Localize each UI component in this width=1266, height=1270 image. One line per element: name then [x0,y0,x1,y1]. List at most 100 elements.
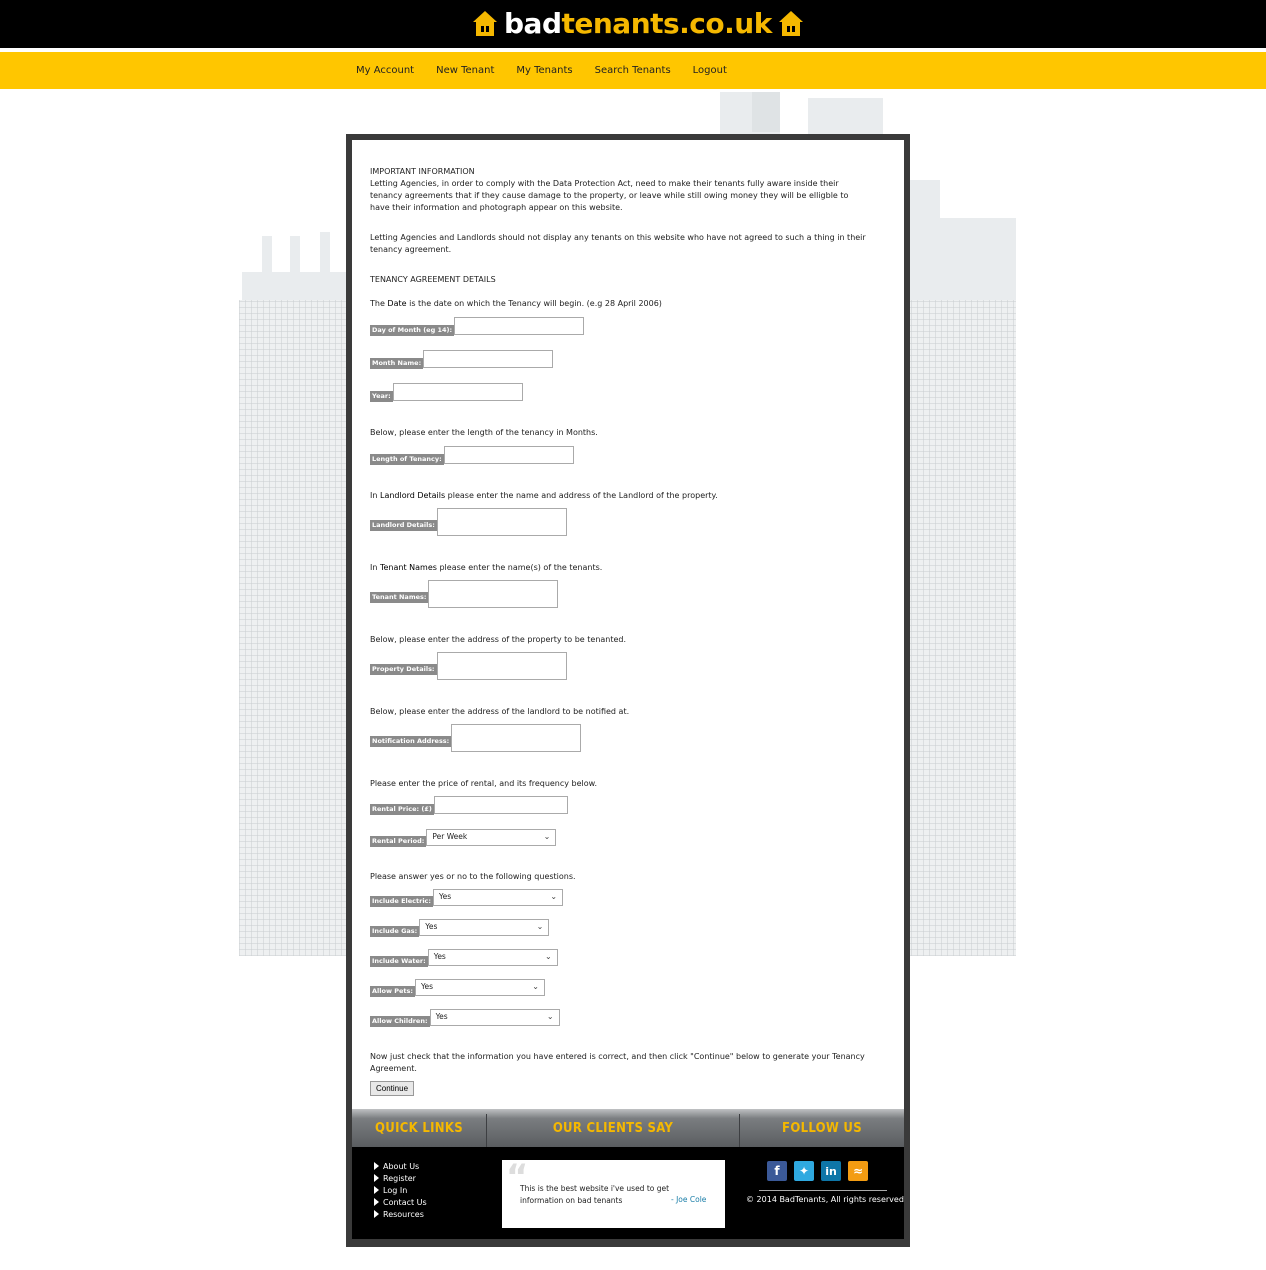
testimonial: “ This is the best website i've used to … [502,1160,725,1228]
electric-select[interactable]: Yes ⌄ [433,889,564,906]
water-label: Include Water: [370,956,428,967]
footer-divider [739,1114,740,1147]
landlord-input[interactable] [436,508,567,536]
gas-select[interactable]: Yes ⌄ [419,919,550,936]
chevron-down-icon: ⌄ [546,1012,554,1021]
testimonial-author: - Joe Cole [671,1195,707,1204]
nav-my-tenants[interactable]: My Tenants [516,65,572,76]
rent-price-row: Rental Price: (£) [370,796,568,815]
property-intro: Below, please enter the address of the p… [370,635,627,644]
social-links: f ✦ in ≈ [767,1161,868,1181]
landlord-row: Landlord Details: [370,508,567,536]
footer-link-resources[interactable]: Resources [374,1208,427,1220]
date-intro: The Date is the date on which the Tenanc… [370,299,662,308]
follow-title: FOLLOW US [782,1120,862,1136]
rent-period-row: Rental Period: Per Week ⌄ [370,829,557,847]
testimonial-text: This is the best website i've used to ge… [520,1184,670,1205]
children-label: Allow Children: [370,1016,430,1027]
form-heading: TENANCY AGREEMENT DETAILS [370,275,496,284]
day-input[interactable] [454,317,585,335]
notify-row: Notification Address: [370,724,582,752]
final-instructions: Now just check that the information you … [370,1052,865,1073]
main-nav: My Account New Tenant My Tenants Search … [356,52,727,89]
chevron-down-icon: ⌄ [532,982,539,991]
water-row: Include Water: Yes ⌄ [370,949,558,967]
triangle-right-icon [374,1162,379,1170]
notify-input[interactable] [451,724,582,752]
year-row: Year: [370,383,523,402]
footer-link-login[interactable]: Log In [374,1184,427,1196]
chevron-down-icon: ⌄ [536,922,544,931]
logo-text-tenants: tenants.co.uk [561,6,772,40]
house-icon [778,9,804,37]
triangle-right-icon [374,1198,379,1206]
electric-row: Include Electric: Yes ⌄ [370,889,564,907]
info-heading: IMPORTANT INFORMATION [370,167,475,176]
pets-select[interactable]: Yes ⌄ [414,979,545,996]
tenant-row: Tenant Names: [370,580,559,608]
tenant-intro: In Tenant Names please enter the name(s)… [370,563,603,572]
info-paragraph-2: Letting Agencies and Landlords should no… [370,233,866,254]
quick-links-list: About Us Register Log In Contact Us Reso… [374,1160,427,1220]
info-paragraph-1: Letting Agencies, in order to comply wit… [370,179,849,212]
property-input[interactable] [436,652,567,680]
continue-button[interactable]: Continue [370,1081,415,1096]
landlord-label: Landlord Details: [370,520,437,531]
rent-period-label: Rental Period: [370,836,427,847]
gas-row: Include Gas: Yes ⌄ [370,919,550,937]
children-select[interactable]: Yes ⌄ [429,1009,560,1026]
nav-bar: My Account New Tenant My Tenants Search … [0,52,1266,89]
month-row: Month Name: [370,350,554,369]
children-row: Allow Children: Yes ⌄ [370,1009,560,1027]
chevron-down-icon: ⌄ [543,832,551,841]
footer-link-about[interactable]: About Us [374,1160,427,1172]
triangle-right-icon [374,1210,379,1218]
quick-links-title: QUICK LINKS [375,1120,463,1136]
month-input[interactable] [423,350,554,368]
chevron-down-icon: ⌄ [550,892,558,901]
rent-price-label: Rental Price: (£) [370,804,434,815]
tenant-label: Tenant Names: [370,592,429,603]
rent-price-input[interactable] [433,796,568,814]
chevron-down-icon: ⌄ [545,952,552,961]
length-intro: Below, please enter the length of the te… [370,428,598,437]
year-input[interactable] [392,383,523,401]
twitter-icon[interactable]: ✦ [794,1161,814,1181]
electric-label: Include Electric: [370,896,434,907]
yesno-intro: Please answer yes or no to the following… [370,872,576,881]
triangle-right-icon [374,1186,379,1194]
footer-divider [486,1114,487,1147]
linkedin-icon[interactable]: in [821,1161,841,1181]
pets-row: Allow Pets: Yes ⌄ [370,979,545,997]
nav-search-tenants[interactable]: Search Tenants [595,65,671,76]
gas-label: Include Gas: [370,926,420,937]
landlord-intro: In Landlord Details please enter the nam… [370,491,718,500]
length-label: Length of Tenancy: [370,454,444,465]
year-label: Year: [370,391,393,402]
notify-label: Notification Address: [370,736,452,747]
length-row: Length of Tenancy: [370,446,574,465]
footer-line [759,1190,887,1191]
footer-link-contact[interactable]: Contact Us [374,1196,427,1208]
month-label: Month Name: [370,358,424,369]
length-input[interactable] [443,446,574,464]
site-logo[interactable]: badtenants.co.uk [472,4,804,42]
rent-period-select[interactable]: Per Week ⌄ [426,829,557,846]
logo-text-bad: bad [504,6,562,40]
triangle-right-icon [374,1174,379,1182]
nav-logout[interactable]: Logout [693,65,727,76]
rss-icon[interactable]: ≈ [848,1161,868,1181]
facebook-icon[interactable]: f [767,1161,787,1181]
nav-new-tenant[interactable]: New Tenant [436,65,494,76]
tenant-input[interactable] [428,580,559,608]
house-icon [472,9,498,37]
top-bar: badtenants.co.uk [0,0,1266,48]
footer-link-register[interactable]: Register [374,1172,427,1184]
water-select[interactable]: Yes ⌄ [427,949,558,966]
clients-title: OUR CLIENTS SAY [552,1120,674,1136]
notify-intro: Below, please enter the address of the l… [370,707,630,716]
footer-header: QUICK LINKS OUR CLIENTS SAY FOLLOW US [352,1109,904,1147]
day-row: Day of Month (eg 14): [370,317,585,336]
nav-my-account[interactable]: My Account [356,65,414,76]
property-row: Property Details: [370,652,567,680]
